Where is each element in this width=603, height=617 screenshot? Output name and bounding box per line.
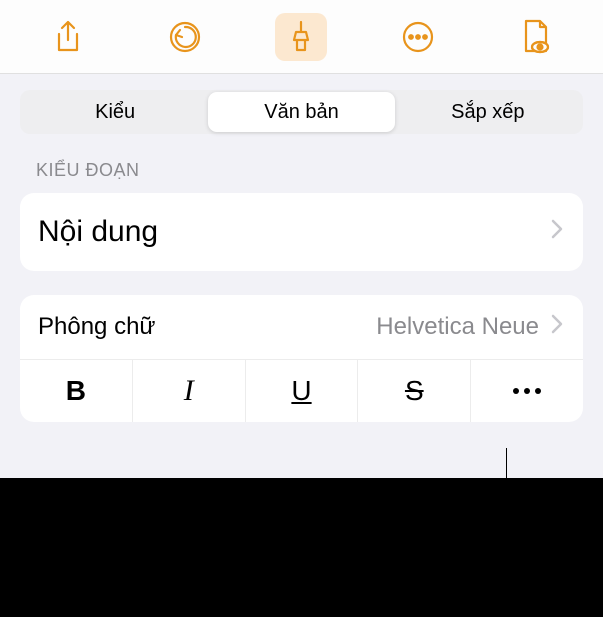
callout-line <box>506 448 507 616</box>
chevron-right-icon <box>551 314 563 340</box>
font-row[interactable]: Phông chữ Helvetica Neue <box>20 295 583 360</box>
segmented-control: Kiểu Văn bản Sắp xếp <box>20 90 583 134</box>
format-button[interactable] <box>275 13 327 61</box>
font-value: Helvetica Neue <box>376 313 539 341</box>
share-button[interactable] <box>42 13 94 61</box>
paragraph-style-card: Nội dung <box>20 193 583 271</box>
paragraph-style-row[interactable]: Nội dung <box>20 193 583 271</box>
italic-button[interactable]: I <box>133 360 246 422</box>
chevron-right-icon <box>551 219 563 245</box>
font-label: Phông chữ <box>38 313 155 341</box>
more-text-options-button[interactable] <box>471 360 583 422</box>
font-card: Phông chữ Helvetica Neue B I U S <box>20 295 583 422</box>
undo-button[interactable] <box>159 13 211 61</box>
paragraph-style-section-label: KIỂU ĐOẠN <box>0 134 603 189</box>
more-button[interactable] <box>392 13 444 61</box>
strikethrough-button[interactable]: S <box>358 360 471 422</box>
share-icon <box>54 20 82 54</box>
bold-button[interactable]: B <box>20 360 133 422</box>
undo-icon <box>168 20 202 54</box>
segment-text[interactable]: Văn bản <box>208 92 394 132</box>
more-circle-icon <box>401 20 435 54</box>
format-brush-icon <box>286 20 316 54</box>
segment-arrange[interactable]: Sắp xếp <box>395 92 581 132</box>
top-toolbar <box>0 0 603 74</box>
document-view-icon <box>520 19 550 55</box>
more-dots-icon <box>513 388 541 394</box>
paragraph-style-value: Nội dung <box>38 215 158 249</box>
bottom-black-area <box>0 478 603 617</box>
segment-style[interactable]: Kiểu <box>22 92 208 132</box>
underline-button[interactable]: U <box>246 360 359 422</box>
document-view-button[interactable] <box>509 13 561 61</box>
font-value-wrap: Helvetica Neue <box>376 313 563 341</box>
text-style-row: B I U S <box>20 360 583 422</box>
